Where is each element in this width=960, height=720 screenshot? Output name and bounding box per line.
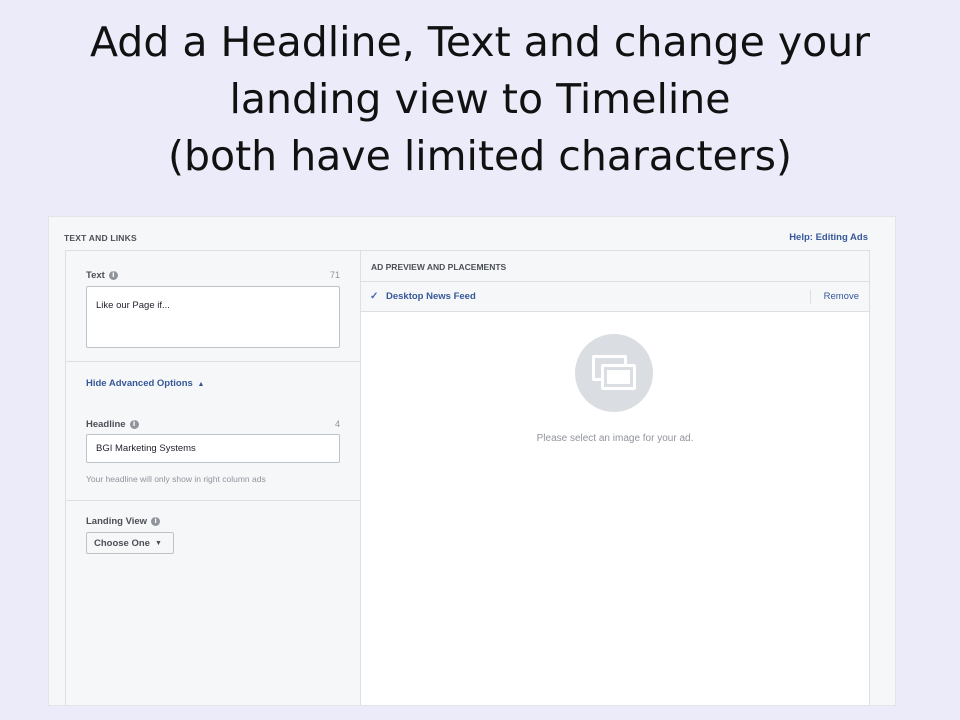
text-char-count: 71 [329, 270, 340, 280]
landing-view-dropdown[interactable]: Choose One ▼ [86, 532, 174, 554]
headline-label: Headline [86, 419, 126, 430]
ad-editor-screenshot: TEXT AND LINKS Help: Editing Ads Text i … [48, 216, 896, 706]
image-placeholder-icon [575, 334, 653, 412]
hide-advanced-options-toggle[interactable]: Hide Advanced Options ▲ [86, 378, 204, 389]
remove-placement-link[interactable]: Remove [824, 291, 859, 302]
preview-header: AD PREVIEW AND PLACEMENTS [361, 251, 869, 282]
slide-title-line-3: (both have limited characters) [168, 132, 792, 180]
ad-preview-panel: AD PREVIEW AND PLACEMENTS ✓ Desktop News… [360, 250, 870, 705]
text-field-label: Text i [86, 270, 118, 281]
chevron-down-icon: ▼ [154, 539, 162, 547]
slide-title: Add a Headline, Text and change your lan… [0, 14, 960, 185]
advanced-toggle-label: Hide Advanced Options [86, 378, 193, 389]
section-title: TEXT AND LINKS [64, 233, 137, 243]
info-icon[interactable]: i [108, 271, 118, 280]
ad-creative-form: Text i 71 Like our Page if... Hide Advan… [65, 250, 361, 705]
info-icon[interactable]: i [129, 420, 139, 429]
help-link[interactable]: Help: Editing Ads [789, 232, 868, 243]
caret-up-icon: ▲ [197, 381, 205, 388]
headline-field-label: Headline i [86, 419, 139, 430]
slide-title-line-1: Add a Headline, Text and change your [89, 18, 871, 66]
empty-preview-message: Please select an image for your ad. [536, 433, 694, 444]
info-icon[interactable]: i [151, 517, 161, 526]
placement-row: ✓ Desktop News Feed Remove [361, 282, 869, 312]
landing-view-selected: Choose One [94, 537, 150, 549]
divider [66, 361, 360, 362]
divider [810, 290, 811, 304]
landing-view-label: Landing View [86, 516, 148, 527]
headline-hint: Your headline will only show in right co… [86, 474, 266, 484]
slide-title-line-2: landing view to Timeline [229, 75, 731, 123]
text-label: Text [86, 270, 105, 281]
headline-char-count: 4 [334, 419, 340, 429]
section-header: TEXT AND LINKS Help: Editing Ads [49, 217, 895, 251]
landing-view-field-label: Landing View i [86, 516, 161, 527]
ad-text-textarea[interactable]: Like our Page if... [86, 286, 340, 348]
checkmark-icon[interactable]: ✓ [370, 291, 378, 302]
placement-desktop-news-feed[interactable]: Desktop News Feed [386, 291, 476, 302]
headline-input[interactable]: BGI Marketing Systems [86, 434, 340, 463]
divider [66, 500, 360, 501]
